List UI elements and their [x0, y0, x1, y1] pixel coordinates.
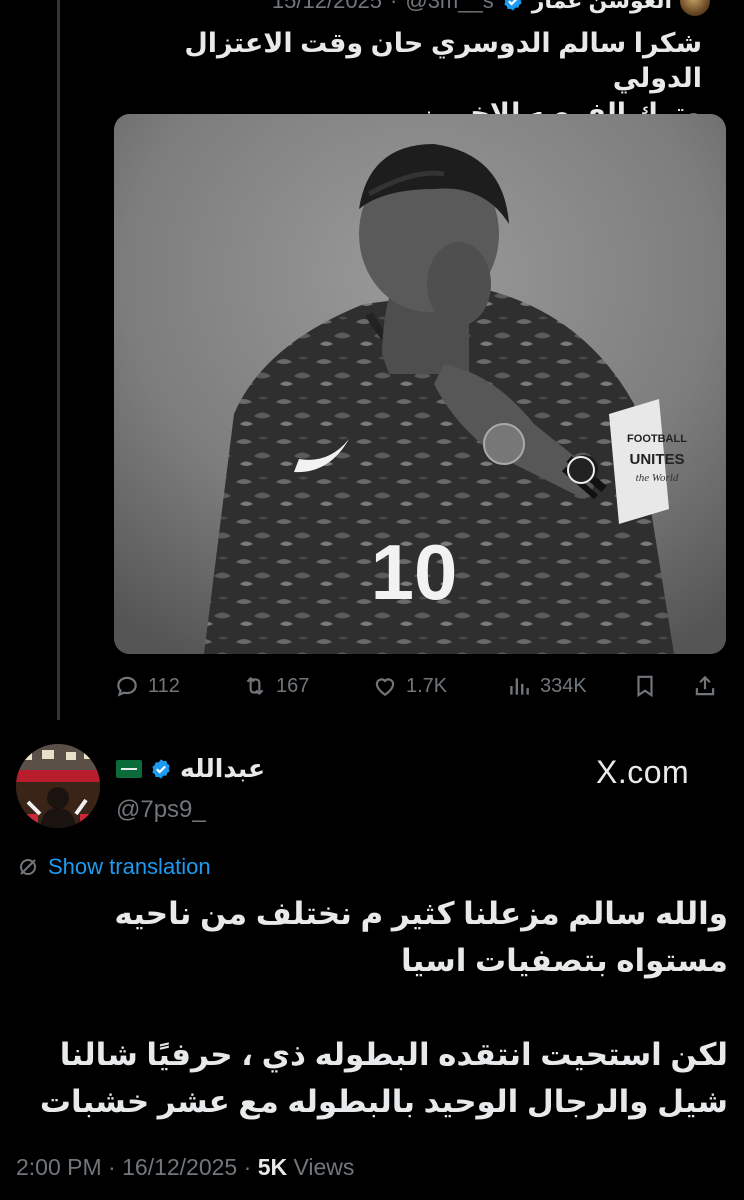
saudi-flag-icon [116, 760, 142, 778]
quoted-tweet-date: 15/12/2025 [271, 0, 383, 13]
views-count: 334K [540, 674, 587, 697]
separator-dot: · [390, 0, 398, 13]
show-translation-label[interactable]: Show translation [48, 854, 211, 880]
quoted-tweet[interactable]: العوشن عمار @3m__s · 15/12/2025 شكرا سال… [114, 0, 726, 706]
repost-button[interactable]: 167 [242, 673, 309, 699]
thread-line [57, 0, 60, 720]
reply-author-name[interactable]: عبدالله [180, 754, 265, 784]
separator-dot: · [243, 1154, 258, 1180]
tweet-meta: 2:00 PM · 16/12/2025 · 5K Views [16, 1154, 354, 1181]
share-button[interactable] [692, 673, 718, 699]
quoted-author-handle[interactable]: @3m__s [405, 0, 493, 14]
quoted-tweet-action-bar: 112 167 1.7K 334K [114, 666, 726, 706]
quoted-author-avatar[interactable] [680, 0, 710, 16]
repost-icon [246, 676, 264, 696]
bookmark-icon [637, 675, 653, 698]
reply-author-name-row: عبدالله [116, 754, 265, 784]
verified-badge-icon [152, 759, 170, 779]
armband-text-2: UNITES [629, 451, 684, 468]
bookmark-button[interactable] [632, 673, 658, 699]
armband-text-3: the World [636, 472, 679, 484]
reply-author-handle[interactable]: @7ps9_ [116, 796, 206, 824]
quoted-author-name[interactable]: العوشن عمار [532, 0, 672, 14]
tweet-views-count[interactable]: 5K [258, 1154, 287, 1180]
x-com-watermark: X.com [596, 754, 690, 790]
views-icon [510, 678, 529, 695]
tweet-date[interactable]: 16/12/2025 [122, 1154, 237, 1180]
views-button[interactable]: 334K [506, 673, 587, 699]
separator-dot: · [108, 1154, 123, 1180]
quoted-tweet-header: العوشن عمار @3m__s · 15/12/2025 [272, 0, 710, 16]
share-icon [695, 675, 715, 696]
reply-count: 112 [148, 674, 180, 697]
jersey-number: 10 [371, 528, 458, 616]
like-button[interactable]: 1.7K [372, 673, 447, 699]
player-photo-illustration: 10 FOOTBALL UNITES the World [114, 114, 726, 654]
like-count: 1.7K [406, 674, 448, 697]
tweet-views-label: Views [293, 1154, 355, 1180]
quoted-text-line1: شكرا سالم الدوسري حان وقت الاعتزال الدول… [184, 28, 702, 93]
globe-icon [20, 859, 36, 875]
like-icon [375, 678, 395, 696]
armband-text-1: FOOTBALL [627, 433, 687, 445]
tweet-time[interactable]: 2:00 PM [16, 1154, 102, 1180]
reply-tweet-text: والله سالم مزعلنا كثير م نختلف من ناحيه … [16, 890, 728, 1125]
verified-badge-icon [504, 0, 522, 11]
quoted-tweet-photo[interactable]: 10 FOOTBALL UNITES the World [114, 114, 726, 654]
reply-icon [117, 676, 137, 697]
avatar-image [16, 744, 100, 828]
reply-paragraph-1: والله سالم مزعلنا كثير م نختلف من ناحيه … [114, 896, 728, 978]
repost-count: 167 [276, 674, 310, 697]
reply-author-avatar[interactable] [16, 744, 100, 828]
reply-button[interactable]: 112 [114, 673, 180, 699]
show-translation-button[interactable]: Show translation [16, 854, 211, 880]
reply-paragraph-2: لكن استحيت انتقده البطوله ذي ، حرفيًا شا… [39, 1037, 728, 1119]
